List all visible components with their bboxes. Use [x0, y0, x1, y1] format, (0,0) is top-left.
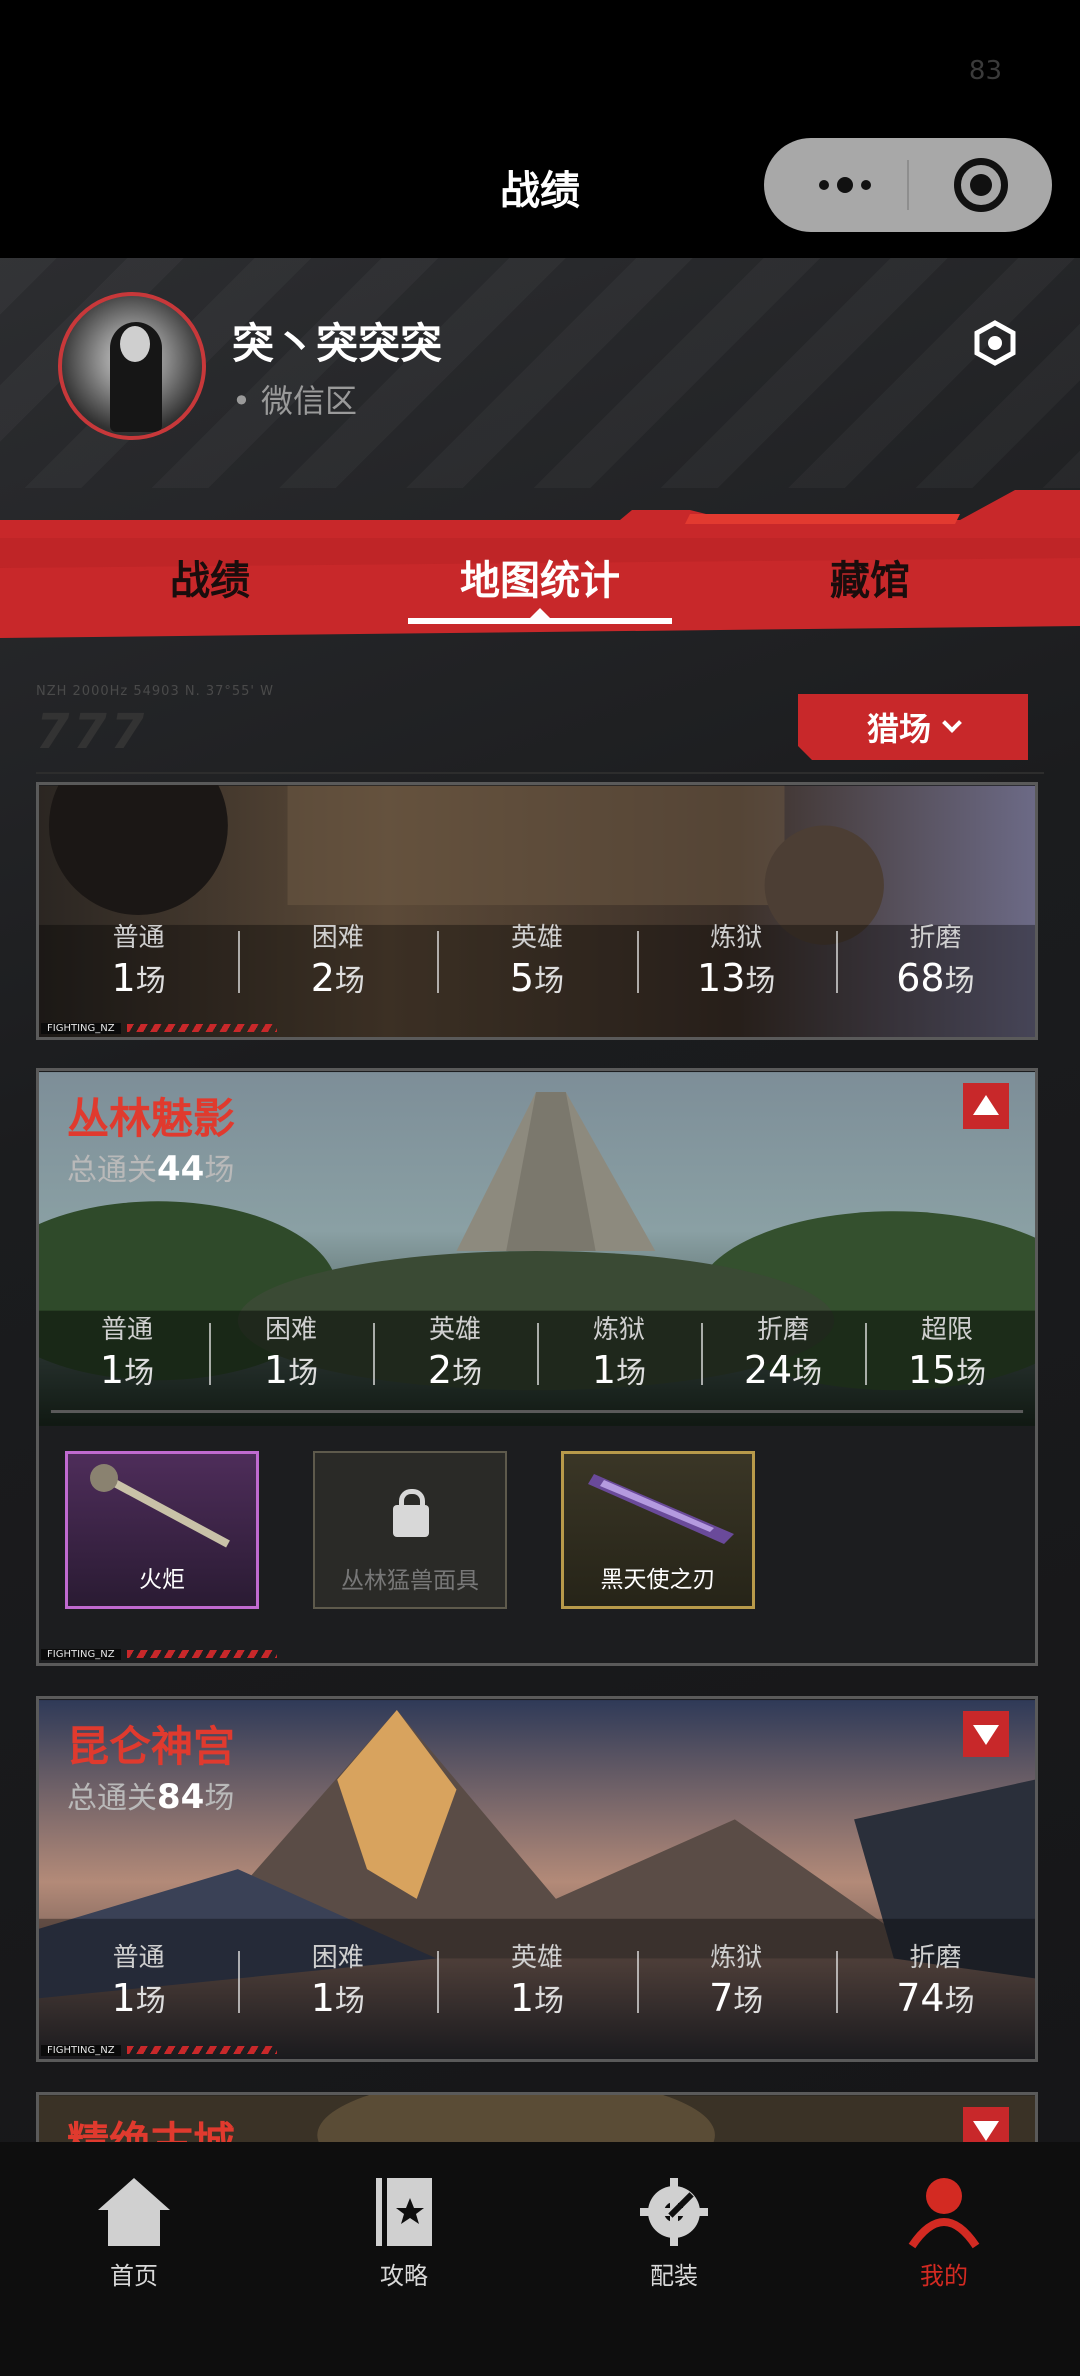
- settings-hex-icon[interactable]: [972, 320, 1018, 366]
- nav-loadout[interactable]: 配装: [584, 2174, 764, 2291]
- reward-item-locked[interactable]: 丛林猛兽面具: [313, 1451, 507, 1609]
- stat-hero: 英雄 1场: [437, 1937, 636, 2020]
- map-card-kunlun[interactable]: 昆仑神宫 总通关84场 普通 1场 困难 1场 英雄 1场 炼狱 7场 折磨 74场 FI…: [36, 1696, 1038, 2062]
- reward-item[interactable]: 火炬: [65, 1451, 259, 1609]
- stat-hard: 困难 1场: [238, 1937, 437, 2020]
- stat-purgatory: 炼狱 7场: [636, 1937, 836, 2020]
- gear-wrench-icon: [584, 2174, 764, 2250]
- card-tag: FIGHTING_NZ: [41, 2043, 277, 2057]
- map-card-jingjue[interactable]: 精绝古城: [36, 2092, 1038, 2142]
- guide-book-icon: [314, 2174, 494, 2250]
- server-label: • 微信区: [232, 382, 358, 420]
- map-card-jungle[interactable]: 丛林魅影 总通关44场 普通 1场 困难 1场 英雄 2场 炼狱 1场 折磨 24场 超限…: [36, 1068, 1038, 1666]
- stat-hard: 困难 1场: [209, 1309, 373, 1392]
- stat-purgatory: 炼狱 13场: [636, 917, 836, 1000]
- stat-normal: 普通 1场: [99, 1315, 155, 1392]
- user-icon: [854, 2174, 1034, 2250]
- stat-torment: 折磨 74场: [835, 1937, 1035, 2020]
- difficulty-stats: 普通 1场 困难 1场 英雄 1场 炼狱 7场 折磨 74场: [39, 1937, 1035, 2020]
- difficulty-stats: 普通 1场 困难 2场 英雄 5场 炼狱 13场 折磨 68场: [39, 917, 1035, 1000]
- reward-list: 火炬 丛林猛兽面具 黑天使之刃: [65, 1451, 755, 1609]
- avatar-mask: [120, 326, 150, 362]
- collapse-toggle-icon[interactable]: [963, 1083, 1009, 1129]
- stat-normal: 普通 1场: [111, 923, 166, 1000]
- stat-torment: 折磨 24场: [701, 1309, 865, 1392]
- divider: [36, 772, 1044, 774]
- chevron-down-icon: [942, 713, 962, 733]
- mode-dropdown[interactable]: 猎场: [798, 694, 1028, 760]
- active-tab-underline: [408, 618, 672, 624]
- stat-purgatory: 炼狱 1场: [537, 1309, 701, 1392]
- stat-hero: 英雄 5场: [437, 917, 636, 1000]
- capsule-divider: [907, 160, 909, 210]
- map-title: 精绝古城: [67, 2109, 235, 2142]
- more-menu-icon[interactable]: [800, 160, 890, 210]
- torch-weapon-icon: [90, 1464, 230, 1548]
- stat-hero: 英雄 2场: [373, 1309, 537, 1392]
- tab-collection[interactable]: 藏馆: [740, 548, 1000, 606]
- title-bar: 战绩: [0, 110, 1080, 258]
- reward-name: 火炬: [139, 1567, 185, 1593]
- nav-guide[interactable]: 攻略: [314, 2174, 494, 2291]
- map-total-clears: 总通关84场: [67, 1777, 235, 1817]
- expand-toggle-icon[interactable]: [963, 2107, 1009, 2142]
- card-tag: FIGHTING_NZ: [41, 1021, 277, 1035]
- tab-map-stats[interactable]: 地图统计: [410, 548, 670, 606]
- stat-normal: 普通 1场: [111, 1943, 166, 2020]
- close-miniprogram-icon[interactable]: [954, 158, 1008, 212]
- main-content: 突丶突突突 • 微信区 战绩 地图统计 藏馆 NZH 2000Hz 54903 …: [0, 258, 1080, 2142]
- stat-hard: 困难 2场: [238, 917, 437, 1000]
- deco-number: 777: [36, 704, 149, 760]
- stat-torment: 折磨 68场: [835, 917, 1035, 1000]
- reward-name: 丛林猛兽面具: [341, 1568, 479, 1594]
- card-tag: FIGHTING_NZ: [41, 1647, 277, 1661]
- home-icon: [44, 2174, 224, 2250]
- nav-home[interactable]: 首页: [44, 2174, 224, 2291]
- reward-name: 黑天使之刃: [600, 1567, 716, 1593]
- username: 突丶突突突: [232, 319, 443, 368]
- blade-weapon-icon: [588, 1474, 734, 1544]
- stat-beyond: 超限 15场: [865, 1309, 1029, 1392]
- lock-icon: [393, 1489, 429, 1537]
- map-title: 昆仑神宫: [67, 1722, 236, 1771]
- nav-mine[interactable]: 我的: [854, 2174, 1034, 2291]
- mode-dropdown-value: 猎场: [866, 710, 931, 748]
- difficulty-stats: 普通 1场 困难 1场 英雄 2场 炼狱 1场 折磨 24场 超限 15场: [39, 1309, 1035, 1392]
- tab-bar: 战绩 地图统计 藏馆: [0, 458, 1080, 638]
- avatar[interactable]: [58, 292, 206, 440]
- status-bar: 83: [0, 0, 1080, 110]
- tab-records[interactable]: 战绩: [80, 548, 340, 606]
- expand-toggle-icon[interactable]: [963, 1711, 1009, 1757]
- reward-item[interactable]: 黑天使之刃: [561, 1451, 755, 1609]
- map-image-city: [39, 785, 1035, 1037]
- map-total-clears: 总通关44场: [67, 1149, 235, 1189]
- map-title: 丛林魅影: [67, 1094, 236, 1143]
- deco-code-text: NZH 2000Hz 54903 N. 37°55' W: [36, 684, 274, 699]
- status-indicator: 83: [968, 56, 1002, 86]
- bottom-nav: 首页 攻略 配装 我的: [0, 2142, 1080, 2376]
- map-card[interactable]: 普通 1场 困难 2场 英雄 5场 炼狱 13场 折磨 68场 FIGHTING_NZ: [36, 782, 1038, 1040]
- miniprogram-capsule: [764, 138, 1052, 232]
- active-tab-caret: [530, 608, 550, 618]
